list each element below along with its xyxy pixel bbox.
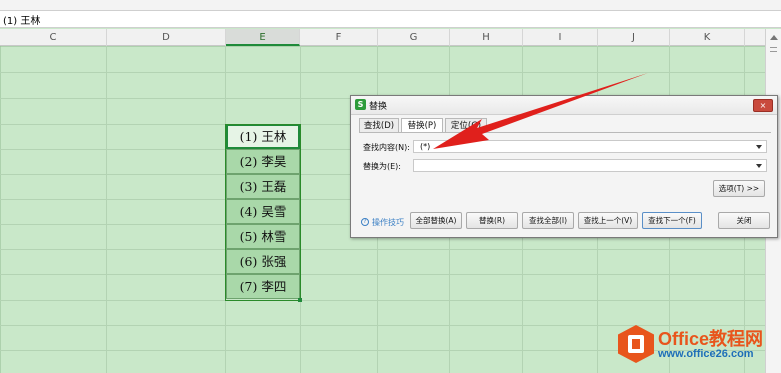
office26-watermark: Office教程网 www.office26.com [618, 323, 778, 367]
office-logo-icon [618, 325, 654, 363]
arrow-shape [433, 73, 648, 149]
annotation-arrow-icon [433, 73, 648, 149]
watermark-url: www.office26.com [658, 348, 754, 360]
